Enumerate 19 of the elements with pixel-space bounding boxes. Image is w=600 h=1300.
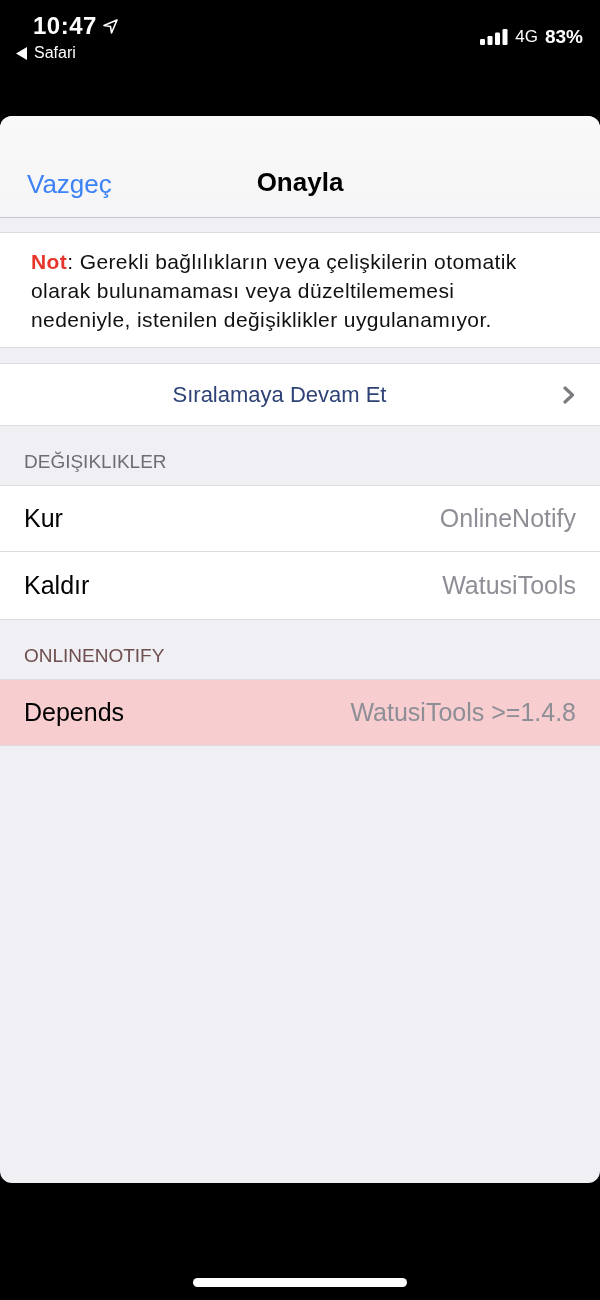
row-value: WatusiTools bbox=[442, 571, 576, 600]
row-label: Kaldır bbox=[24, 571, 90, 600]
row-label: Depends bbox=[24, 698, 125, 727]
continue-button[interactable]: Sıralamaya Devam Et bbox=[0, 363, 600, 426]
back-link[interactable]: Safari bbox=[16, 44, 76, 62]
battery-percent: 83% bbox=[544, 26, 583, 48]
section-header: DEĞIŞIKLIKLER bbox=[23, 450, 168, 474]
row-label: Kur bbox=[24, 504, 63, 533]
back-triangle-icon bbox=[16, 46, 27, 60]
nav-title: Onayla bbox=[256, 167, 344, 197]
row-value: OnlineNotify bbox=[439, 504, 576, 533]
location-arrow-icon bbox=[102, 18, 118, 34]
status-time: 10:47 bbox=[33, 12, 97, 40]
signal-bars-icon bbox=[480, 29, 509, 45]
note-text: Not: Gerekli bağlılıkların veya çelişkilerin otomatik olarak bulunamaması veya düzeltilememesi nedeniyle, istenilen değişiklikler uygulanamıyor. bbox=[30, 249, 518, 333]
section-header: ONLINENOTIFY bbox=[23, 644, 166, 668]
chevron-right-icon bbox=[563, 385, 575, 404]
row-value: WatusiTools >=1.4.8 bbox=[350, 698, 576, 727]
network-type: 4G bbox=[515, 27, 538, 47]
